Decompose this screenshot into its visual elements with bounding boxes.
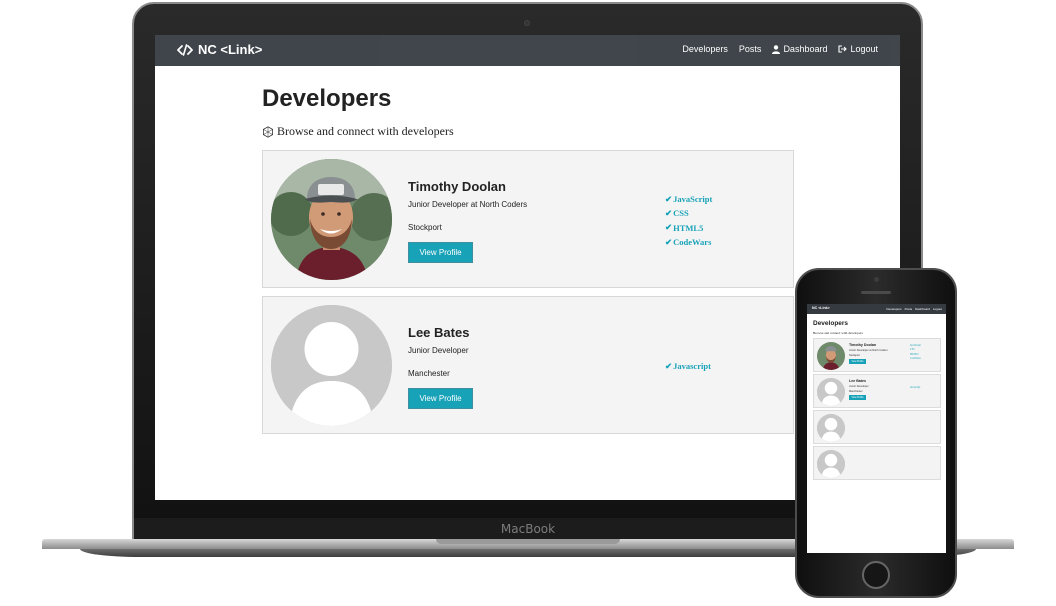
view-profile-button[interactable]: View Profile: [408, 242, 473, 263]
mobile-skill-item: Javascript: [910, 386, 921, 389]
default-avatar-icon: [817, 450, 845, 478]
phone-home-button: [862, 561, 890, 589]
nav-link-dashboard[interactable]: Dashboard: [772, 44, 827, 54]
laptop-screen: NC <Link> Developers Posts Dashboard Log…: [155, 35, 900, 500]
phone-speaker: [861, 291, 891, 294]
mobile-profile-status: Junior Developer: [849, 385, 869, 388]
mobile-profile-card: [813, 410, 941, 444]
mobile-profile-card: Lee Bates Junior Developer Manchester Vi…: [813, 374, 941, 408]
skills-list: ✔ Javascript: [665, 359, 711, 373]
profile-photo: [817, 342, 845, 370]
mobile-profile-card: Timothy Doolan Junior Developer at North…: [813, 338, 941, 372]
skill-label: CSS: [673, 208, 689, 219]
profile-photo: [271, 159, 392, 280]
connectdevelop-icon: [262, 125, 274, 138]
check-icon: ✔: [665, 360, 673, 371]
skill-label: Javascript: [673, 361, 711, 372]
skill-item: ✔ CSS: [665, 206, 712, 220]
skill-item: ✔ CodeWars: [665, 235, 712, 249]
navbar: NC <Link> Developers Posts Dashboard Log…: [155, 35, 900, 66]
mobile-nav-link-developers[interactable]: Developers: [886, 307, 901, 311]
skill-item: ✔ Javascript: [665, 359, 711, 373]
default-avatar-icon: [817, 414, 845, 442]
mobile-nav-link-logout[interactable]: Logout: [933, 307, 942, 311]
profile-status: Junior Developer at North Coders: [408, 200, 528, 209]
avatar: [271, 159, 392, 280]
profile-location: Manchester: [408, 369, 450, 378]
mobile-profile-location: Manchester: [849, 390, 863, 393]
nav-link-label: Dashboard: [783, 44, 828, 54]
skill-item: ✔ JavaScript: [665, 192, 712, 206]
profile-status: Junior Developer: [408, 346, 469, 355]
profile-location: Stockport: [408, 223, 442, 232]
nav-link-logout[interactable]: Logout: [838, 44, 878, 54]
check-icon: ✔: [665, 193, 673, 204]
nav-link-label: Posts: [738, 44, 762, 54]
nav-link-posts[interactable]: Posts: [739, 44, 762, 54]
nav-link-label: Developers: [682, 44, 728, 54]
mobile-skill-item: CodeWars: [910, 356, 921, 360]
profile-name: Timothy Doolan: [408, 179, 506, 194]
mobile-avatar: [817, 378, 845, 406]
user-icon: [772, 44, 781, 54]
brand-link[interactable]: NC <Link>: [177, 42, 262, 57]
mobile-nav-link-dashboard[interactable]: Dashboard: [915, 307, 930, 311]
skill-label: HTML5: [673, 222, 704, 233]
laptop-notch: [436, 539, 620, 544]
mobile-skills-list: JavaScript CSS HTML5 CodeWars: [910, 344, 921, 361]
profile-card: Timothy Doolan Junior Developer at North…: [262, 150, 794, 288]
skills-list: ✔ JavaScript ✔ CSS ✔ HTML5 ✔ CodeWars: [665, 192, 712, 249]
default-avatar-icon: [817, 378, 845, 406]
check-icon: ✔: [665, 222, 673, 233]
mobile-navbar: NC <Link> Developers Posts Dashboard Log…: [807, 304, 946, 314]
nav-link-label: Logout: [850, 44, 878, 54]
mobile-profile-name: Timothy Doolan: [849, 343, 877, 347]
mobile-page-title: Developers: [813, 320, 849, 327]
mobile-profile-card: [813, 446, 941, 480]
lead-text: Browse and connect with developers: [277, 124, 454, 138]
page-title: Developers: [262, 85, 392, 112]
default-avatar-icon: [271, 305, 392, 426]
laptop-camera: [524, 20, 530, 26]
skill-label: CodeWars: [673, 237, 712, 248]
mobile-skills-list: Javascript: [910, 386, 920, 390]
phone-screen: NC <Link> Developers Posts Dashboard Log…: [807, 304, 946, 553]
mobile-nav-link-posts[interactable]: Posts: [905, 307, 913, 311]
skill-item: ✔ HTML5: [665, 221, 712, 235]
mobile-view-profile-button[interactable]: View Profile: [849, 359, 866, 364]
profile-name: Lee Bates: [408, 325, 470, 340]
phone-camera: [874, 277, 879, 282]
mobile-page-lead: Browse and connect with developers: [813, 331, 863, 335]
skill-label: JavaScript: [673, 194, 713, 205]
nav-link-developers[interactable]: Developers: [682, 44, 728, 54]
profile-card: Lee Bates Junior Developer Manchester Vi…: [262, 296, 794, 434]
mobile-avatar: [817, 342, 845, 370]
mobile-brand[interactable]: NC <Link>: [812, 306, 830, 310]
mobile-profile-name: Lee Bates: [849, 379, 866, 383]
mobile-nav-links: Developers Posts Dashboard Logout: [886, 307, 942, 311]
mobile-profile-status: Junior Developer at North Coders: [849, 349, 888, 352]
sign-out-icon: [838, 45, 848, 53]
code-icon: [177, 43, 193, 56]
brand-text: NC <Link>: [198, 42, 263, 57]
mobile-avatar: [817, 414, 845, 442]
mobile-avatar: [817, 450, 845, 478]
check-icon: ✔: [665, 207, 673, 218]
avatar: [271, 305, 392, 426]
page-lead: Browse and connect with developers: [262, 124, 454, 139]
mobile-view-profile-button[interactable]: View Profile: [849, 395, 866, 400]
check-icon: ✔: [665, 236, 673, 247]
nav-links: Developers Posts Dashboard Logout: [682, 44, 878, 54]
view-profile-button[interactable]: View Profile: [408, 388, 473, 409]
mobile-profile-location: Stockport: [849, 354, 860, 357]
